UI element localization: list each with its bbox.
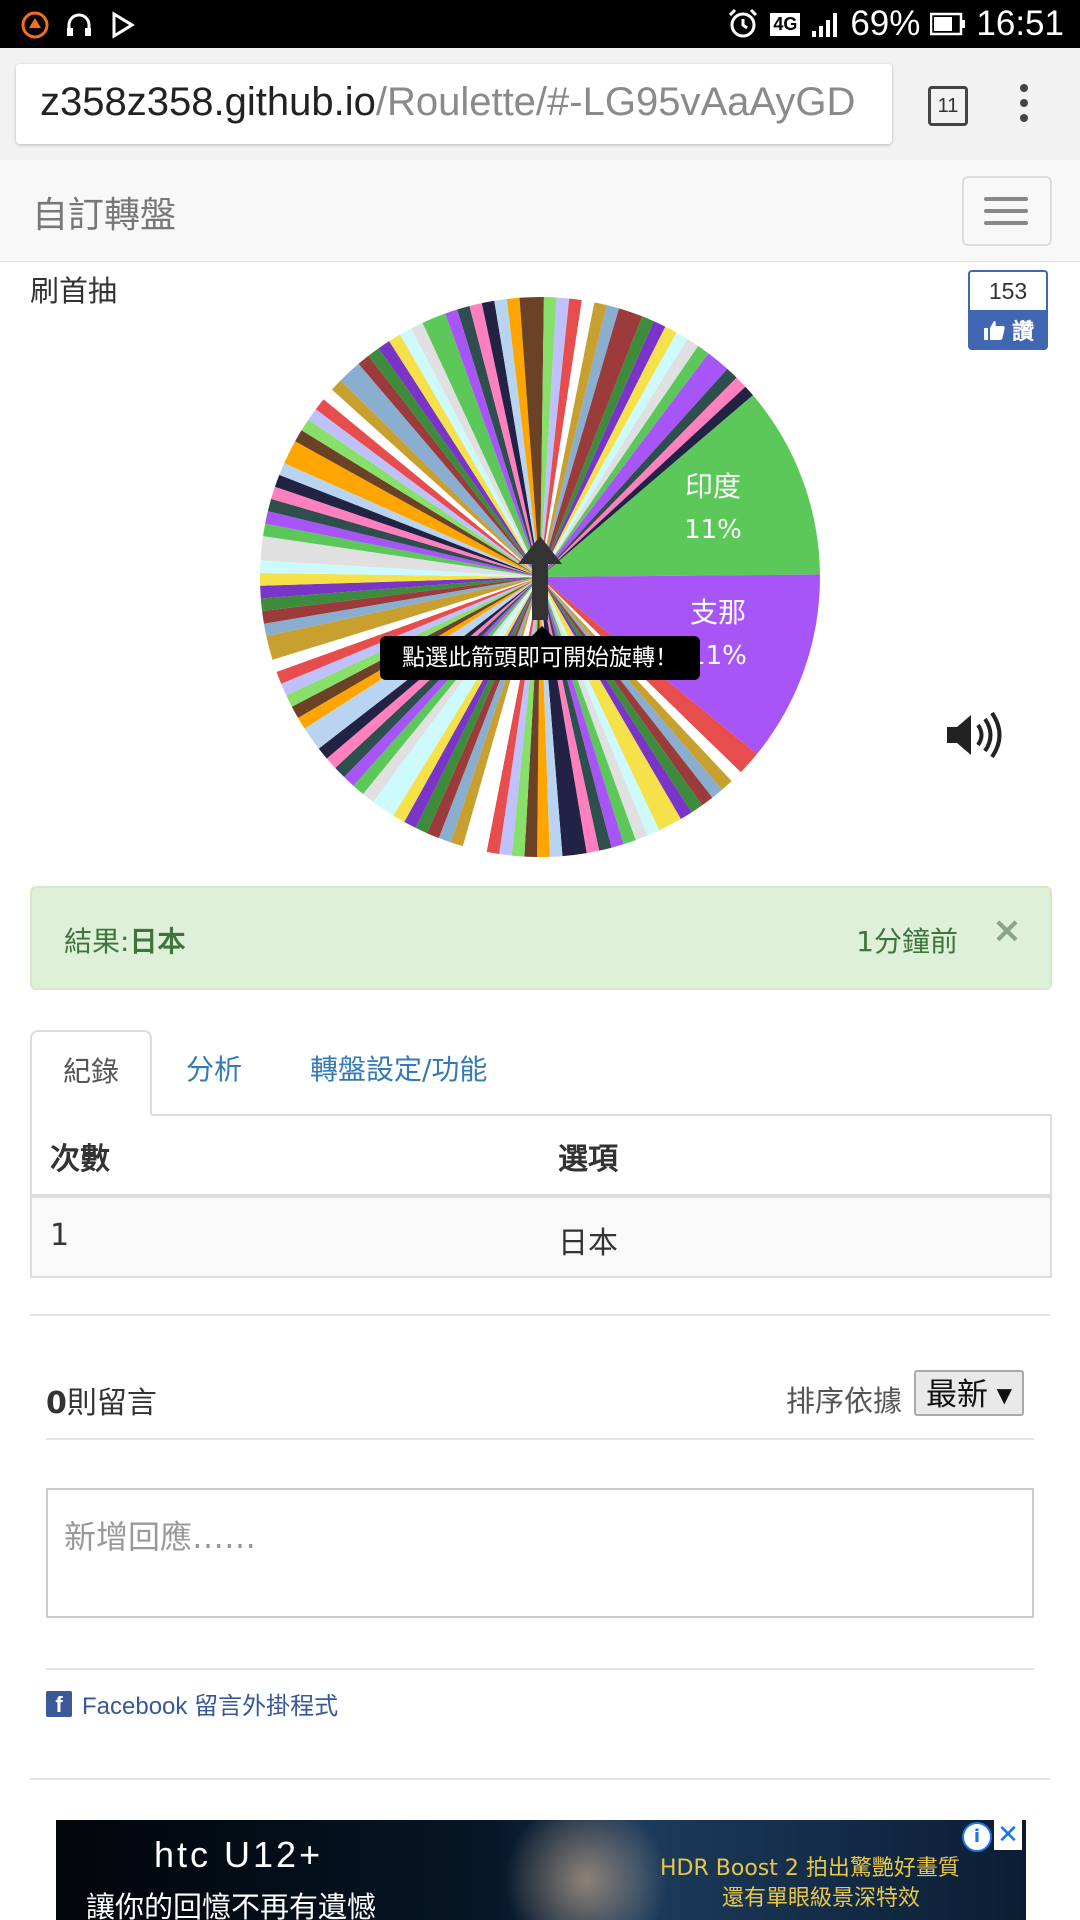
network-type-badge: 4G (770, 12, 801, 36)
ad-banner[interactable]: htc U12+ 讓你的回憶不再有遺憾 HDR Boost 2 拍出驚艷好畫質 … (56, 1820, 1026, 1920)
play-store-icon (112, 11, 135, 39)
ad-image (486, 1820, 686, 1920)
facebook-comments-plugin-link[interactable]: f Facebook 留言外掛程式 (46, 1686, 338, 1721)
ad-info-icon[interactable]: i (962, 1822, 992, 1852)
cell-count: 1 (50, 1218, 70, 1253)
comments-divider (46, 1438, 1034, 1440)
table-row: 1 日本 (32, 1198, 1050, 1276)
like-label: 讚 (1011, 320, 1034, 345)
signal-icon (812, 13, 838, 37)
ad-brand: htc U12+ (154, 1834, 324, 1875)
spin-arrow-icon[interactable] (516, 536, 564, 620)
comments-footer-divider (46, 1668, 1034, 1670)
url-path: /Roulette/#-LG95vAaAyGD (375, 80, 856, 124)
ad-promo-line2: 還有單眼級景深特效 (722, 1886, 921, 1911)
column-header-option: 選項 (558, 1142, 618, 1177)
status-bar: 4G 69% 16:51 (0, 0, 1080, 48)
sort-label: 排序依據 (786, 1384, 903, 1418)
browser-menu-icon[interactable] (1020, 84, 1028, 129)
battery-percent: 69% (850, 4, 921, 43)
alarm-icon (729, 8, 758, 38)
menu-toggle-button[interactable] (962, 176, 1052, 246)
clock: 16:51 (976, 4, 1064, 43)
slice-label-india: 印度 (685, 470, 741, 503)
comments-count-suffix: 則留言 (66, 1386, 157, 1421)
result-time: 1分鐘前 (856, 925, 958, 958)
ad-slogan: 讓你的回憶不再有遺憾 (86, 1890, 377, 1920)
history-table: 次數 選項 1 日本 (30, 1114, 1052, 1278)
like-button[interactable]: 讚 (968, 310, 1048, 350)
dropdown-arrow-icon: ▼ (996, 1383, 1012, 1407)
sort-select[interactable]: 最新 ▼ (914, 1370, 1024, 1416)
wheel-title: 刷首抽 (30, 274, 118, 308)
tab-bar: 紀錄 分析 轉盤設定/功能 (30, 1030, 1050, 1116)
app-notification-icon (21, 11, 49, 39)
thumbs-up-icon (983, 321, 1005, 340)
like-count: 153 (968, 270, 1048, 310)
ad-promo-line1: HDR Boost 2 拍出驚艷好畫質 (660, 1856, 960, 1881)
site-navbar: 自訂轉盤 (0, 160, 1080, 262)
column-header-count: 次數 (50, 1142, 110, 1177)
tab-analysis[interactable]: 分析 (186, 1030, 242, 1112)
slice-percent-india: 11% (684, 515, 742, 545)
comment-placeholder: 新增回應…… (64, 1518, 257, 1556)
slice-label-zhina: 支那 (690, 596, 746, 629)
footer-divider (30, 1778, 1050, 1780)
section-divider (30, 1314, 1050, 1316)
comments-count-number: 0 (46, 1386, 67, 1421)
result-value: 日本 (129, 925, 186, 958)
sort-select-value: 最新 (926, 1377, 988, 1413)
tab-history[interactable]: 紀錄 (30, 1030, 152, 1116)
tab-settings[interactable]: 轉盤設定/功能 (310, 1030, 487, 1112)
close-icon[interactable]: × (992, 910, 1022, 951)
headset-icon (67, 13, 91, 36)
tab-switcher-button[interactable]: 11 (928, 86, 968, 126)
facebook-like-widget[interactable]: 153 讚 (968, 270, 1048, 350)
cell-option: 日本 (558, 1226, 618, 1261)
url-host: z358z358.github.io (40, 80, 376, 124)
result-alert: 結果:日本 1分鐘前 × (30, 886, 1052, 990)
url-field[interactable]: z358z358.github.io/Roulette/#-LG95vAaAyG… (16, 64, 892, 144)
result-prefix: 結果: (64, 925, 130, 958)
comments-count: 0則留言 (46, 1378, 157, 1422)
volume-icon[interactable] (945, 710, 1003, 760)
battery-icon (930, 12, 966, 36)
table-header-row: 次數 選項 (32, 1114, 1050, 1198)
site-brand[interactable]: 自訂轉盤 (32, 186, 176, 238)
comment-input[interactable]: 新增回應…… (46, 1488, 1034, 1618)
browser-toolbar: z358z358.github.io/Roulette/#-LG95vAaAyG… (0, 48, 1080, 162)
spin-hint-tooltip: 點選此箭頭即可開始旋轉！ (380, 626, 700, 680)
plugin-label: Facebook 留言外掛程式 (82, 1693, 339, 1720)
facebook-icon: f (46, 1690, 72, 1717)
ad-close-icon[interactable]: ✕ (994, 1820, 1022, 1850)
